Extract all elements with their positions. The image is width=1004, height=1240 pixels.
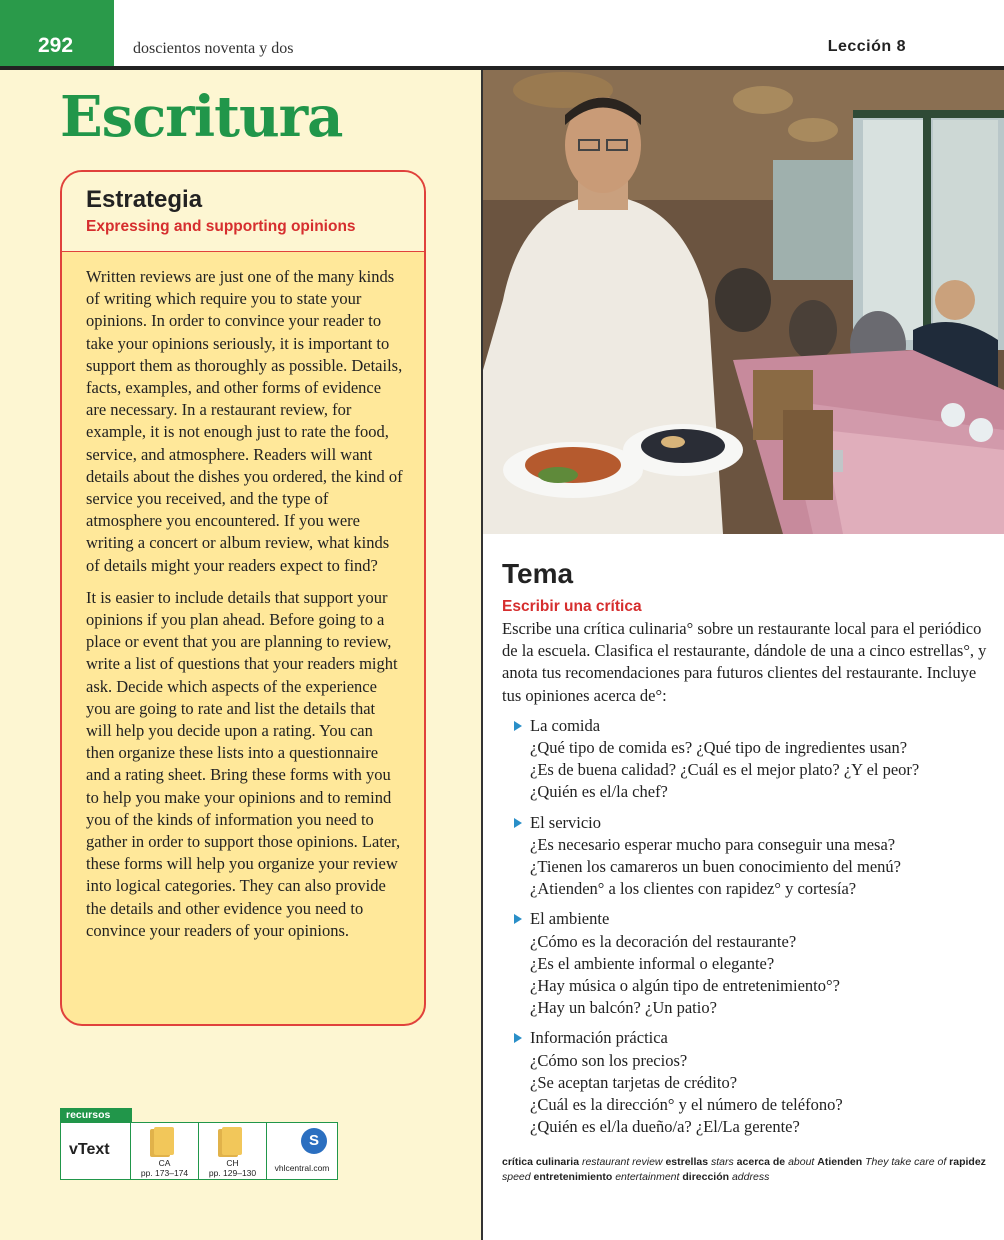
page-header: 292 doscientos noventa y dos Lección 8 [0, 0, 1004, 70]
vhlcentral-label: vhlcentral.com [274, 1163, 330, 1173]
topic-item: Información práctica ¿Cómo son los preci… [502, 1027, 992, 1138]
cuaderno-actividades[interactable]: CA pp. 173–174 [131, 1123, 199, 1179]
glossary-translation: They take care of [865, 1156, 947, 1168]
glossary-term: dirección [682, 1171, 730, 1183]
topic-question: ¿Qué tipo de comida es? ¿Qué tipo de ing… [530, 738, 908, 758]
glossary-term: rapidez [949, 1156, 986, 1168]
topic-question: ¿Se aceptan tarjetas de crédito? [530, 1072, 738, 1092]
glossary: crítica culinaria restaurant review estr… [502, 1155, 992, 1185]
topic-question: ¿Hay música o algún tipo de entretenimie… [530, 976, 840, 996]
vtext-link[interactable]: vText [61, 1123, 131, 1179]
strategy-paragraph: It is easier to include details that sup… [86, 587, 401, 940]
topic-question: ¿Es necesario esperar mucho para consegu… [530, 834, 896, 854]
topic-question: ¿Hay un balcón? ¿Un patio? [530, 998, 717, 1018]
topic-question: ¿Cómo es la decoración del restaurante? [530, 931, 797, 951]
tema-intro: Escribe una crítica culinaria° sobre un … [502, 619, 987, 705]
glossary-term: crítica culinaria [502, 1156, 580, 1168]
book-icon [222, 1127, 242, 1155]
book-icon [154, 1127, 174, 1155]
topic-item: El servicio ¿Es necesario esperar mucho … [502, 812, 992, 901]
book-code: CH [226, 1158, 239, 1168]
strategy-paragraph: Written reviews are just one of the many… [86, 267, 403, 575]
recursos-label: recursos [60, 1108, 132, 1122]
glossary-translation: entertainment [615, 1171, 680, 1183]
recursos-grid: vText CA pp. 173–174 CH pp. 129–130 S vh… [60, 1122, 338, 1180]
book-label: CA pp. 173–174 [131, 1158, 198, 1178]
vhlcentral-link[interactable]: S vhlcentral.com [267, 1123, 337, 1179]
topic-heading: El servicio [530, 812, 602, 832]
topic-question: ¿Tienen los camareros un buen conocimien… [530, 857, 901, 877]
topic-question: ¿Es de buena calidad? ¿Cuál es el mejor … [530, 760, 920, 780]
glossary-term: estrellas [665, 1156, 709, 1168]
strategy-body: Written reviews are just one of the many… [62, 252, 424, 942]
recursos-panel: recursos vText CA pp. 173–174 CH pp. 129… [60, 1108, 338, 1182]
lesson-label: Lección 8 [827, 38, 906, 55]
section-title: Escritura [60, 84, 343, 150]
topic-question: ¿Cuál es la dirección° y el número de te… [530, 1095, 843, 1115]
tema-section: Tema Escribir una crítica Escribe una cr… [502, 558, 992, 1138]
strategy-header: Estrategia Expressing and supporting opi… [62, 172, 424, 252]
tema-title: Tema [502, 558, 574, 589]
strategy-box: Estrategia Expressing and supporting opi… [60, 170, 426, 1026]
book-label: CH pp. 129–130 [199, 1158, 266, 1178]
restaurant-photo [483, 70, 1004, 534]
restaurant-photo-illustration [483, 70, 1004, 534]
book-pages: pp. 173–174 [140, 1168, 189, 1178]
topic-heading: La comida [530, 715, 601, 735]
glossary-term: entretenimiento [533, 1171, 613, 1183]
page-number-words: doscientos noventa y dos [133, 40, 294, 57]
glossary-translation: speed [502, 1171, 531, 1183]
page-number-box: 292 [0, 0, 114, 68]
topic-question: ¿Quién es el/la chef? [530, 782, 668, 802]
topic-item: La comida ¿Qué tipo de comida es? ¿Qué t… [502, 715, 992, 804]
topic-heading: Información práctica [530, 1028, 668, 1048]
bullet-triangle-icon [514, 914, 522, 925]
glossary-term: acerca de [736, 1156, 786, 1168]
topic-question: ¿Cómo son los precios? [530, 1050, 688, 1070]
page-number: 292 [38, 34, 74, 57]
topic-heading: El ambiente [530, 909, 610, 929]
book-code: CA [158, 1158, 171, 1168]
glossary-term: Atienden [817, 1156, 863, 1168]
tema-subtitle: Escribir una crítica [502, 598, 642, 615]
glossary-translation: about [788, 1156, 815, 1168]
cuaderno-hispano[interactable]: CH pp. 129–130 [199, 1123, 267, 1179]
topic-item: El ambiente ¿Cómo es la decoración del r… [502, 908, 992, 1019]
topic-question: ¿Es el ambiente informal o elegante? [530, 953, 775, 973]
topic-question: ¿Quién es el/la dueño/a? ¿El/La gerente? [530, 1117, 800, 1137]
book-pages: pp. 129–130 [208, 1168, 257, 1178]
bullet-triangle-icon [514, 817, 522, 828]
topic-question: ¿Atienden° a los clientes con rapidez° y… [530, 879, 857, 899]
bullet-triangle-icon [514, 1033, 522, 1044]
glossary-translation: address [731, 1171, 770, 1183]
strategy-subtitle: Expressing and supporting opinions [86, 218, 356, 235]
strategy-title: Estrategia [86, 186, 203, 213]
bullet-triangle-icon [514, 720, 522, 731]
glossary-translation: stars [710, 1156, 734, 1168]
supersite-icon: S [301, 1128, 327, 1154]
glossary-translation: restaurant review [581, 1156, 663, 1168]
